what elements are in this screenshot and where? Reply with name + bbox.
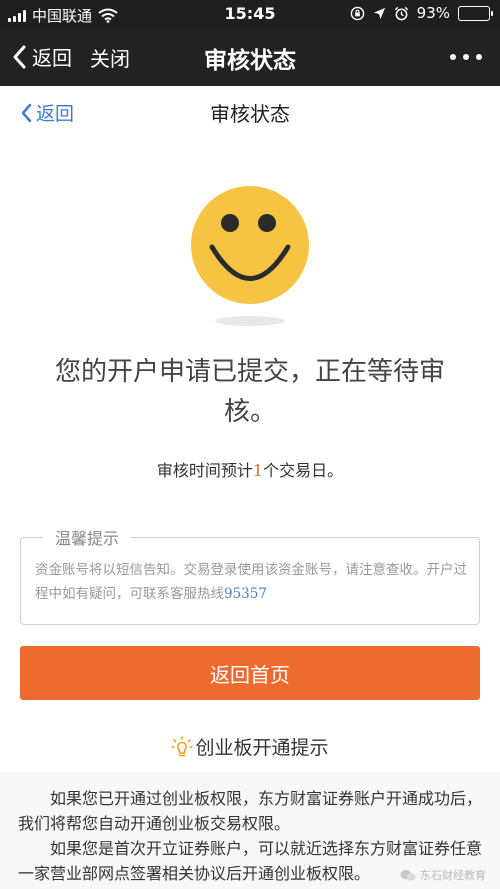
page-header: 返回 审核状态 xyxy=(0,86,500,138)
eta-suffix: 个交易日。 xyxy=(263,461,344,480)
status-bar: 中国联通 15:45 93% xyxy=(0,0,500,28)
wechat-icon xyxy=(400,869,416,881)
status-right: 93% xyxy=(350,4,493,22)
more-button[interactable] xyxy=(450,54,482,60)
eta-days: 1 xyxy=(252,461,264,480)
lightbulb-icon xyxy=(171,735,194,756)
orientation-lock-icon xyxy=(350,6,364,20)
location-icon xyxy=(373,7,385,19)
battery-percent: 93% xyxy=(416,4,450,22)
battery-icon xyxy=(458,5,493,21)
gem-paragraph-1: 如果您已开通过创业板权限，东方财富证券账户开通成功后，我们将帮您自动开通创业板交… xyxy=(18,789,483,833)
gem-title-text: 创业板开通提示 xyxy=(195,737,329,759)
eta-text: 审核时间预计1个交易日。 xyxy=(0,457,500,481)
return-home-button[interactable]: 返回首页 xyxy=(20,646,480,700)
eta-prefix: 审核时间预计 xyxy=(156,461,253,480)
hotline-link[interactable]: 95357 xyxy=(224,586,267,602)
tips-legend: 温馨提示 xyxy=(43,525,132,549)
smiley-shadow xyxy=(215,316,285,326)
status-headline: 您的开户申请已提交，正在等待审核。 xyxy=(54,357,445,427)
tips-box: 温馨提示 资金账号将以短信告知。交易登录使用该资金账号，请注意查收。开户过程中如… xyxy=(20,525,480,625)
gem-notice-title: 创业板开通提示 xyxy=(0,733,500,760)
tips-text: 资金账号将以短信告知。交易登录使用该资金账号，请注意查收。开户过程中如有疑问，可… xyxy=(35,558,467,606)
alarm-icon xyxy=(394,6,408,20)
watermark: 东石财经教育 xyxy=(400,867,486,883)
watermark-text: 东石财经教育 xyxy=(420,869,486,882)
page-title: 审核状态 xyxy=(210,102,290,126)
nav-title: 审核状态 xyxy=(204,48,296,74)
more-dots-icon xyxy=(450,54,456,60)
nav-bar: 返回 关闭 审核状态 xyxy=(0,28,500,86)
smiley-face-icon xyxy=(191,186,309,304)
